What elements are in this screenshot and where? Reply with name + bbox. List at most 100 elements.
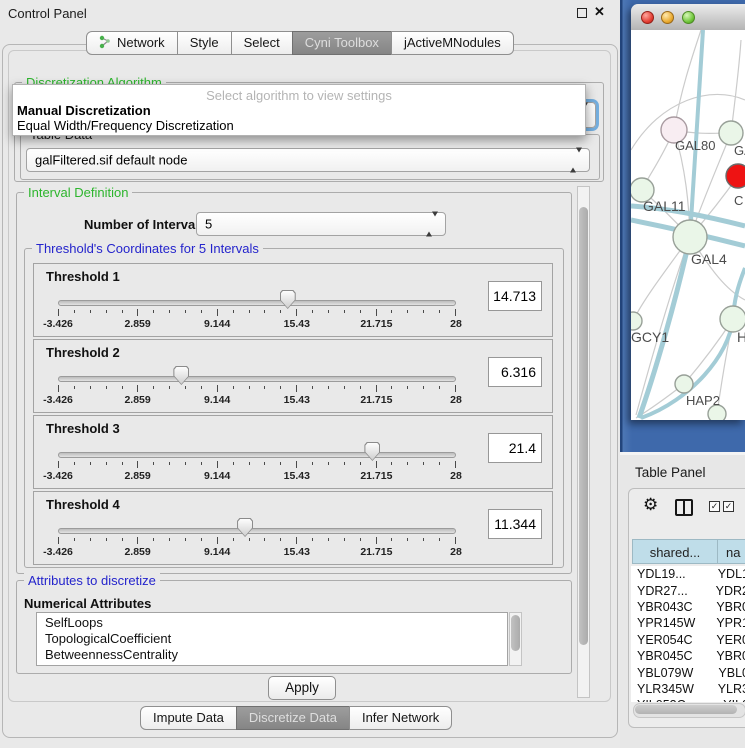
threshold-panel: Threshold 3-3.4262.8599.14415.4321.71528…	[33, 415, 553, 489]
slider-thumb[interactable]	[237, 518, 253, 537]
gear-icon[interactable]: ⚙	[643, 495, 658, 515]
slider-ticks	[58, 537, 456, 544]
num-intervals-label: Number of Intervals	[84, 217, 206, 232]
attributes-scrollbar[interactable]	[509, 612, 522, 666]
attributes-list[interactable]: SelfLoopsTopologicalCoefficientBetweenne…	[36, 612, 508, 666]
slider-thumb[interactable]	[364, 442, 380, 461]
table-horizontal-scrollbar[interactable]	[633, 703, 745, 718]
network-node-selected[interactable]	[726, 164, 745, 188]
slider-tick-labels: -3.4262.8599.14415.4321.71528	[58, 318, 456, 330]
network-canvas[interactable]: GAL80GAGAL11CGAL4GCY1HHAP2	[631, 30, 745, 420]
control-panel: Control Panel ✕ NetworkStyleSelectCyni T…	[0, 0, 620, 745]
settings-scrollbar-thumb[interactable]	[579, 207, 588, 645]
slider-track[interactable]	[58, 452, 456, 458]
close-button[interactable]	[641, 11, 654, 24]
threshold-slider[interactable]: -3.4262.8599.14415.4321.71528	[58, 492, 456, 564]
network-node[interactable]	[675, 375, 693, 393]
application-window: Control Panel ✕ NetworkStyleSelectCyni T…	[0, 0, 745, 745]
checkbox-icon[interactable]: ✓	[723, 501, 734, 512]
tab-cyni-toolbox[interactable]: Cyni Toolbox	[292, 31, 392, 55]
tab-network[interactable]: Network	[86, 31, 178, 55]
threshold-value-field[interactable]: 21.4	[488, 433, 542, 463]
tab-style[interactable]: Style	[177, 31, 232, 55]
threshold-value-field[interactable]: 11.344	[488, 509, 542, 539]
dropdown-option-equal-width-frequency[interactable]: Equal Width/Frequency Discretization	[17, 118, 234, 133]
column-layout-icon[interactable]	[675, 499, 693, 516]
network-nodes[interactable]	[631, 117, 745, 420]
network-node[interactable]	[673, 220, 707, 254]
column-header-name[interactable]: na	[717, 539, 745, 564]
attributes-scrollbar-thumb[interactable]	[511, 615, 520, 651]
table-row[interactable]: YLR345WYLR3	[631, 681, 745, 697]
table-data-combo-value: galFiltered.sif default node	[35, 153, 187, 168]
table-hscrollbar-thumb[interactable]	[635, 705, 737, 714]
table-panel: ⚙ ✓ ✓ shared... na YDL19...YDL1YDR27...Y…	[628, 488, 745, 728]
slider-thumb[interactable]	[280, 290, 296, 309]
network-icon	[99, 35, 112, 49]
threshold-slider[interactable]: -3.4262.8599.14415.4321.71528	[58, 264, 456, 336]
thresholds-group: Threshold 1-3.4262.8599.14415.4321.71528…	[24, 248, 564, 568]
control-panel-title: Control Panel	[8, 6, 87, 21]
table-data-combo[interactable]: galFiltered.sif default node	[26, 148, 590, 172]
table-row[interactable]: YIL053CYIL0	[631, 697, 745, 702]
slider-ticks	[58, 385, 456, 392]
table-row[interactable]: YER054CYER0	[631, 632, 745, 648]
tab-infer-network[interactable]: Infer Network	[349, 706, 452, 730]
cytoscape-desktop: GAL80GAGAL11CGAL4GCY1HHAP2	[620, 0, 745, 455]
table-row[interactable]: YBR043CYBR0	[631, 599, 745, 615]
attribute-item[interactable]: SelfLoops	[37, 615, 507, 631]
network-graph	[631, 30, 745, 420]
network-view-window: GAL80GAGAL11CGAL4GCY1HHAP2	[631, 4, 745, 420]
threshold-slider[interactable]: -3.4262.8599.14415.4321.71528	[58, 340, 456, 412]
tab-impute-data[interactable]: Impute Data	[140, 706, 237, 730]
slider-track[interactable]	[58, 528, 456, 534]
attribute-item[interactable]: BetweennessCentrality	[37, 647, 507, 663]
float-window-icon[interactable]	[577, 8, 587, 18]
table-row[interactable]: YBL079WYBL0	[631, 664, 745, 680]
slider-thumb[interactable]	[173, 366, 189, 385]
threshold-panel: Threshold 2-3.4262.8599.14415.4321.71528…	[33, 339, 553, 413]
threshold-value-field[interactable]: 6.316	[488, 357, 542, 387]
column-header-shared-name[interactable]: shared...	[632, 539, 718, 564]
slider-track[interactable]	[58, 300, 456, 306]
table-body: YDL19...YDL1YDR27...YDR2YBR043CYBR0YPR14…	[631, 566, 745, 702]
threshold-value-field[interactable]: 14.713	[488, 281, 542, 311]
network-window-titlebar[interactable]	[631, 4, 745, 31]
tab-select[interactable]: Select	[231, 31, 293, 55]
tab-jactivemnodules[interactable]: jActiveMNodules	[391, 31, 514, 55]
network-node[interactable]	[631, 312, 642, 330]
network-node-label: GAL4	[691, 251, 727, 267]
num-intervals-combo[interactable]: 5	[196, 212, 446, 236]
settings-scrollbar[interactable]	[577, 186, 590, 698]
threshold-slider[interactable]: -3.4262.8599.14415.4321.71528	[58, 416, 456, 488]
slider-track[interactable]	[58, 376, 456, 382]
interval-definition-title: Interval Definition	[24, 185, 132, 200]
slider-ticks	[58, 309, 456, 316]
checkbox-icon[interactable]: ✓	[709, 501, 720, 512]
apply-button[interactable]: Apply	[268, 676, 336, 700]
attributes-group-title: Attributes to discretize	[24, 573, 160, 588]
slider-tick-labels: -3.4262.8599.14415.4321.71528	[58, 470, 456, 482]
attribute-item[interactable]: TopologicalCoefficient	[37, 631, 507, 647]
slider-tick-labels: -3.4262.8599.14415.4321.71528	[58, 394, 456, 406]
num-intervals-value: 5	[205, 217, 212, 232]
network-node-label: C	[734, 193, 743, 208]
table-row[interactable]: YPR145WYPR1	[631, 615, 745, 631]
close-icon[interactable]: ✕	[594, 4, 605, 20]
table-row[interactable]: YBR045CYBR0	[631, 648, 745, 664]
table-row[interactable]: YDR27...YDR2	[631, 582, 745, 598]
minimize-button[interactable]	[661, 11, 674, 24]
threshold-panel: Threshold 1-3.4262.8599.14415.4321.71528…	[33, 263, 553, 337]
network-node[interactable]	[719, 121, 743, 145]
table-panel-section: Table Panel ⚙ ✓ ✓ shared... na YDL19...Y…	[620, 452, 745, 748]
tab-discretize-data[interactable]: Discretize Data	[236, 706, 350, 730]
table-row[interactable]: YDL19...YDL1	[631, 566, 745, 582]
network-node-label: GA	[734, 143, 745, 158]
table-panel-title: Table Panel	[635, 465, 706, 480]
zoom-button[interactable]	[682, 11, 695, 24]
dropdown-hint: Select algorithm to view settings	[13, 88, 585, 103]
dropdown-option-manual-discretization[interactable]: Manual Discretization	[17, 103, 151, 118]
thresholds-group-title: Threshold's Coordinates for 5 Intervals	[32, 241, 263, 256]
threshold-panel: Threshold 4-3.4262.8599.14415.4321.71528…	[33, 491, 553, 565]
cyni-mode-tabbar: Impute DataDiscretize DataInfer Network	[140, 706, 452, 730]
